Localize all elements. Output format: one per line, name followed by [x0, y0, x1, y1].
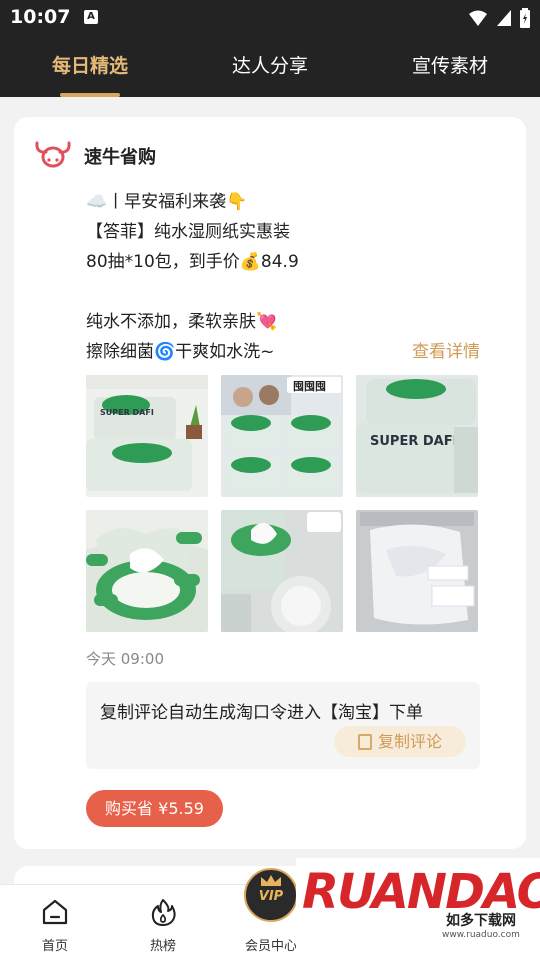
nav-hot-list-label: 热榜	[149, 939, 176, 954]
post-line: 【答菲】纯水湿厕纸实惠装	[86, 222, 290, 242]
vip-crown-icon[interactable]: VIP	[244, 868, 298, 922]
product-caption: 囤囤囤	[293, 380, 326, 393]
tab-promo-material[interactable]: 宣传素材	[390, 36, 510, 97]
view-details-link[interactable]: 查看详情	[412, 337, 480, 362]
signal-icon	[497, 10, 511, 26]
post-line: ☁️丨早安福利来袭👇	[86, 192, 248, 212]
watermark-tag: 如多下载网	[446, 913, 516, 929]
wifi-icon	[469, 10, 487, 26]
nav-home-label: 首页	[41, 939, 68, 954]
status-icons	[468, 8, 530, 28]
post-line: 80抽*10包，到手价💰84.9	[86, 252, 299, 272]
comment-box: 复制评论自动生成淘口令进入【淘宝】下单 复制评论	[86, 682, 480, 769]
product-image[interactable]: SUPER DAFI	[86, 375, 208, 497]
copy-comment-button[interactable]: 复制评论	[334, 726, 466, 757]
notification-icon: A	[84, 10, 98, 24]
crown-icon	[261, 875, 281, 886]
tab-expert-share[interactable]: 达人分享	[210, 36, 330, 97]
product-image[interactable]: SUPER DAFI	[356, 375, 478, 497]
post-card: 速牛省购 ☁️丨早安福利来袭👇 【答菲】纯水湿厕纸实惠装 80抽*10包，到手价…	[14, 117, 526, 849]
post-line: 纯水不添加，柔软亲肤💘	[86, 312, 278, 332]
product-image[interactable]	[221, 510, 343, 632]
comment-text: 复制评论自动生成淘口令进入【淘宝】下单	[100, 703, 423, 723]
status-bar: 10:07 A	[0, 0, 540, 36]
status-time: 10:07	[10, 6, 71, 28]
battery-icon	[520, 8, 530, 28]
top-tab-bar: 每日精选 达人分享 宣传素材	[0, 36, 540, 97]
watermark-url: www.ruaduo.com	[442, 930, 520, 940]
copy-icon	[358, 734, 372, 750]
buy-button[interactable]: 购买省 ¥5.59	[86, 790, 223, 827]
bull-logo-icon	[35, 141, 71, 168]
post-time: 今天 09:00	[86, 650, 164, 668]
copy-comment-label: 复制评论	[378, 732, 443, 751]
watermark: RUANDAO 如多下载网 www.ruaduo.com	[296, 858, 540, 960]
product-caption: SUPER DAFI	[100, 408, 154, 417]
flame-icon	[151, 899, 176, 926]
nav-hot-list[interactable]: 热榜	[118, 885, 208, 960]
nav-home[interactable]: 首页	[10, 885, 100, 960]
active-tab-indicator	[60, 93, 120, 97]
home-icon	[42, 899, 68, 925]
vip-label: VIP	[258, 889, 284, 904]
product-image[interactable]	[356, 510, 478, 632]
tab-daily-picks[interactable]: 每日精选	[30, 36, 150, 97]
product-image[interactable]	[86, 510, 208, 632]
brand-name: 速牛省购	[84, 147, 156, 168]
product-image[interactable]: 囤囤囤	[221, 375, 343, 497]
product-caption: SUPER DAFI	[370, 434, 457, 449]
